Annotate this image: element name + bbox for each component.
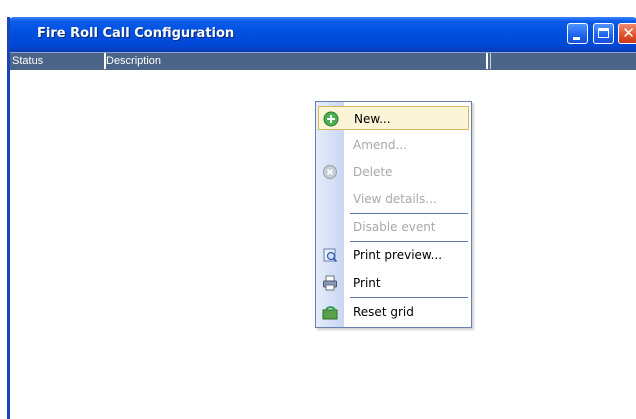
menu-item-disable-event[interactable]: Disable event (318, 215, 469, 239)
menu-item-print[interactable]: Print (318, 271, 469, 295)
column-header-status[interactable]: Status (10, 53, 106, 69)
menu-item-print-preview[interactable]: Print preview... (318, 243, 469, 267)
maximize-icon (598, 28, 609, 38)
context-menu: New... Amend... Delete View details... D… (315, 101, 472, 328)
printer-icon (323, 275, 337, 291)
menu-item-print-label: Print (353, 276, 381, 290)
column-header-empty[interactable] (490, 53, 633, 69)
menu-item-reset-grid[interactable]: Reset grid (318, 300, 469, 324)
menu-item-amend[interactable]: Amend... (318, 133, 469, 157)
print-preview-icon (323, 248, 338, 263)
add-icon (323, 111, 339, 127)
grid-header: Status Description (10, 52, 636, 70)
menu-item-new-label: New... (354, 112, 391, 126)
title-bar[interactable]: Fire Roll Call Configuration ✕ (10, 17, 636, 52)
menu-separator (350, 213, 468, 214)
menu-item-amend-label: Amend... (353, 138, 407, 152)
menu-item-disable-event-label: Disable event (353, 220, 436, 234)
maximize-button[interactable] (593, 23, 614, 44)
menu-item-view-details-label: View details... (353, 192, 437, 206)
menu-item-print-preview-label: Print preview... (353, 248, 443, 262)
menu-item-reset-grid-label: Reset grid (353, 305, 414, 319)
close-button[interactable]: ✕ (618, 23, 636, 44)
menu-separator (350, 241, 468, 242)
column-header-description[interactable]: Description (104, 53, 488, 69)
menu-item-view-details[interactable]: View details... (318, 187, 469, 211)
menu-item-delete[interactable]: Delete (318, 160, 469, 184)
menu-item-new[interactable]: New... (318, 106, 469, 130)
minimize-button[interactable] (567, 23, 588, 44)
minimize-icon (573, 37, 580, 40)
reset-grid-icon (322, 306, 338, 320)
window-title: Fire Roll Call Configuration (37, 26, 235, 41)
close-icon: ✕ (622, 24, 635, 42)
delete-icon (323, 165, 337, 179)
menu-item-delete-label: Delete (353, 165, 393, 179)
menu-separator (350, 297, 468, 298)
